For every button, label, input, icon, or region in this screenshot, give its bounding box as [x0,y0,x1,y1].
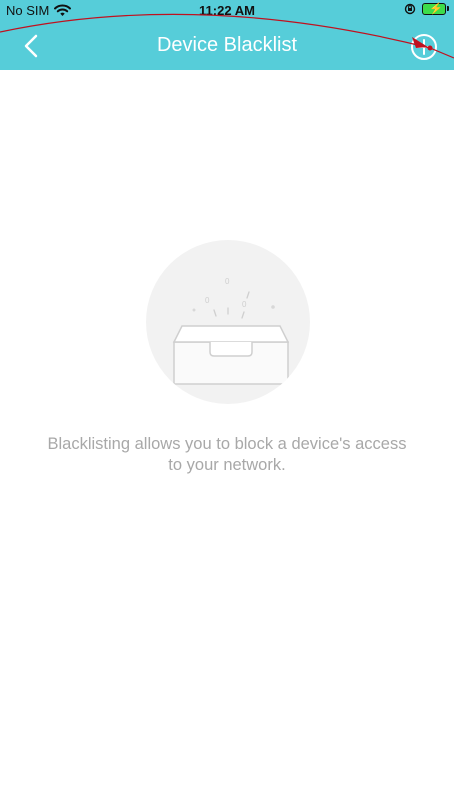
status-right: ⚡ [404,3,449,15]
svg-text:0: 0 [225,277,230,286]
svg-text:0: 0 [205,296,210,305]
add-device-button[interactable] [410,33,438,61]
app-screen: No SIM 11:22 AM ⚡ Device Blacklist 0 0 0… [0,0,454,810]
page-title: Device Blacklist [156,34,298,56]
nav-bar: Device Blacklist [0,22,454,70]
orientation-lock-icon [404,3,416,15]
svg-text:0: 0 [242,300,247,309]
empty-state-message: Blacklisting allows you to block a devic… [47,435,407,474]
battery-charging-icon: ⚡ [422,3,449,15]
status-bar: No SIM 11:22 AM ⚡ [0,0,454,22]
empty-box-icon: 0 0 0 [146,240,310,404]
status-time: 11:22 AM [199,3,255,18]
